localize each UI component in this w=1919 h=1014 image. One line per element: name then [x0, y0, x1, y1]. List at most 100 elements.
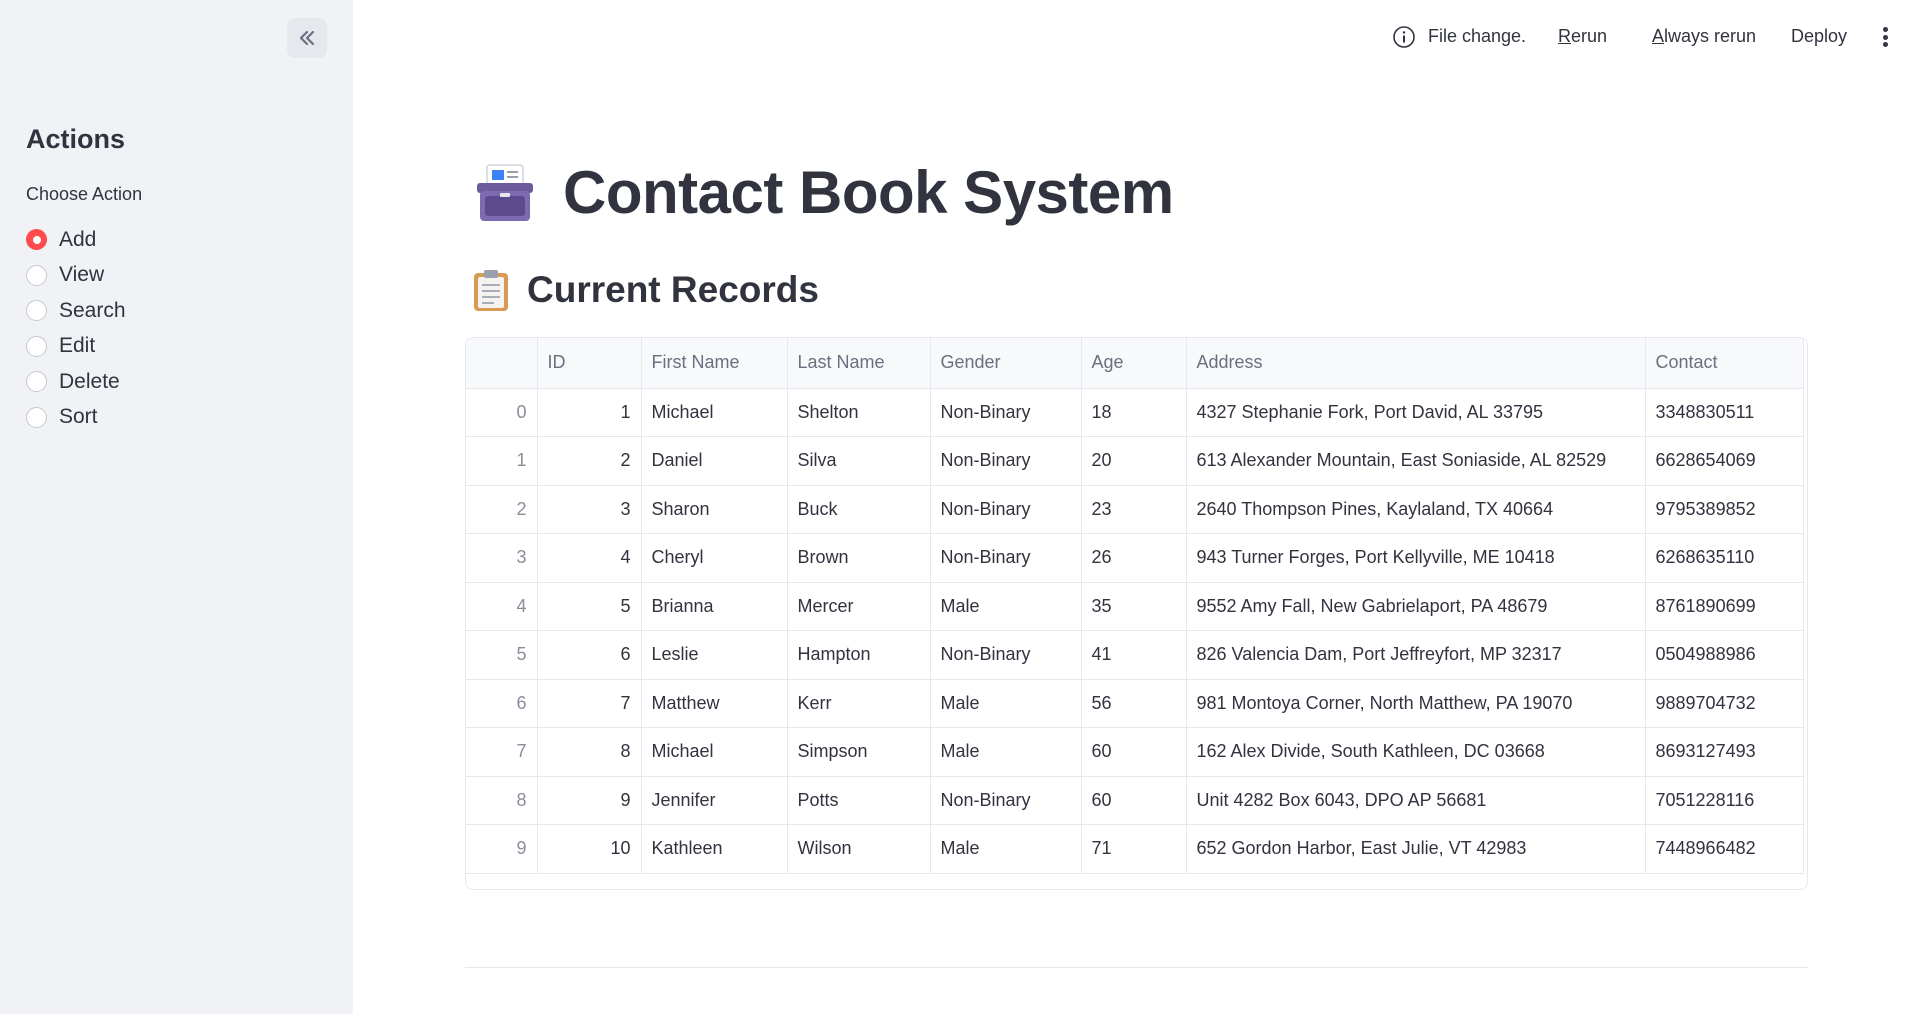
- cell-id[interactable]: 8: [537, 727, 642, 777]
- cell-contact[interactable]: 6628654069: [1645, 436, 1804, 486]
- cell-address[interactable]: 162 Alex Divide, South Kathleen, DC 0366…: [1186, 727, 1646, 777]
- always-rerun-button[interactable]: Always rerun: [1652, 26, 1756, 47]
- cell-gender[interactable]: Male: [930, 824, 1082, 874]
- cell-last-name[interactable]: Hampton: [787, 630, 931, 680]
- cell-address[interactable]: 981 Montoya Corner, North Matthew, PA 19…: [1186, 679, 1646, 728]
- kebab-menu-icon[interactable]: [1876, 24, 1894, 50]
- cell-contact[interactable]: 7051228116: [1645, 776, 1804, 825]
- cell-index[interactable]: 4: [466, 582, 538, 631]
- table-row[interactable]: 9 10 Kathleen Wilson Male 71 652 Gordon Harbor…: [466, 824, 1804, 874]
- radio-button[interactable]: [26, 300, 47, 322]
- cell-address[interactable]: 826 Valencia Dam, Port Jeffreyfort, MP 3…: [1186, 630, 1646, 680]
- cell-id[interactable]: 4: [537, 533, 642, 583]
- column-header-last-name[interactable]: Last Name: [787, 338, 931, 389]
- cell-address[interactable]: 9552 Amy Fall, New Gabrielaport, PA 4867…: [1186, 582, 1646, 631]
- table-row[interactable]: 4 5 Brianna Mercer Male 35 9552 Amy Fall, New …: [466, 582, 1804, 631]
- radio-option-search[interactable]: Search: [26, 293, 126, 329]
- cell-age[interactable]: 26: [1081, 533, 1187, 583]
- cell-first-name[interactable]: Leslie: [641, 630, 788, 680]
- cell-age[interactable]: 41: [1081, 630, 1187, 680]
- cell-first-name[interactable]: Matthew: [641, 679, 788, 728]
- collapse-sidebar-button[interactable]: [287, 18, 327, 58]
- cell-gender[interactable]: Male: [930, 679, 1082, 728]
- cell-contact[interactable]: 8693127493: [1645, 727, 1804, 777]
- cell-index[interactable]: 3: [466, 533, 538, 583]
- table-row[interactable]: 2 3 Sharon Buck Non-Binary 23 2640 Thompson Pi…: [466, 485, 1804, 534]
- cell-age[interactable]: 20: [1081, 436, 1187, 486]
- cell-id[interactable]: 1: [537, 388, 642, 437]
- cell-contact[interactable]: 9889704732: [1645, 679, 1804, 728]
- cell-contact[interactable]: 9795389852: [1645, 485, 1804, 534]
- radio-button[interactable]: [26, 406, 47, 428]
- cell-age[interactable]: 18: [1081, 388, 1187, 437]
- cell-first-name[interactable]: Jennifer: [641, 776, 788, 825]
- cell-last-name[interactable]: Buck: [787, 485, 931, 534]
- cell-gender[interactable]: Non-Binary: [930, 388, 1082, 437]
- column-header-age[interactable]: Age: [1081, 338, 1187, 389]
- cell-address[interactable]: 2640 Thompson Pines, Kaylaland, TX 40664: [1186, 485, 1646, 534]
- cell-id[interactable]: 10: [537, 824, 642, 874]
- cell-contact[interactable]: 7448966482: [1645, 824, 1804, 874]
- radio-button[interactable]: [26, 335, 47, 357]
- table-row[interactable]: 1 2 Daniel Silva Non-Binary 20 613 Alexander M…: [466, 436, 1804, 486]
- cell-index[interactable]: 6: [466, 679, 538, 728]
- table-row[interactable]: 5 6 Leslie Hampton Non-Binary 41 826 Valencia …: [466, 630, 1804, 680]
- cell-id[interactable]: 7: [537, 679, 642, 728]
- rerun-button[interactable]: Rerun: [1558, 26, 1607, 47]
- cell-age[interactable]: 23: [1081, 485, 1187, 534]
- cell-id[interactable]: 6: [537, 630, 642, 680]
- cell-gender[interactable]: Male: [930, 727, 1082, 777]
- cell-index[interactable]: 9: [466, 824, 538, 874]
- radio-option-edit[interactable]: Edit: [26, 329, 126, 365]
- cell-gender[interactable]: Non-Binary: [930, 533, 1082, 583]
- column-header-id[interactable]: ID: [537, 338, 642, 389]
- cell-first-name[interactable]: Cheryl: [641, 533, 788, 583]
- cell-age[interactable]: 35: [1081, 582, 1187, 631]
- cell-gender[interactable]: Male: [930, 582, 1082, 631]
- cell-id[interactable]: 9: [537, 776, 642, 825]
- radio-option-delete[interactable]: Delete: [26, 364, 126, 400]
- cell-id[interactable]: 3: [537, 485, 642, 534]
- cell-address[interactable]: 943 Turner Forges, Port Kellyville, ME 1…: [1186, 533, 1646, 583]
- cell-first-name[interactable]: Sharon: [641, 485, 788, 534]
- column-header-index[interactable]: [466, 338, 538, 389]
- cell-index[interactable]: 8: [466, 776, 538, 825]
- cell-id[interactable]: 5: [537, 582, 642, 631]
- radio-button-selected[interactable]: [26, 229, 47, 251]
- column-header-gender[interactable]: Gender: [930, 338, 1082, 389]
- radio-button[interactable]: [26, 371, 47, 393]
- records-table[interactable]: ID First Name Last Name Gender Age Addre…: [465, 337, 1808, 890]
- column-header-contact[interactable]: Contact: [1645, 338, 1804, 389]
- radio-option-view[interactable]: View: [26, 258, 126, 294]
- radio-option-sort[interactable]: Sort: [26, 400, 126, 436]
- deploy-button[interactable]: Deploy: [1791, 26, 1847, 47]
- cell-first-name[interactable]: Daniel: [641, 436, 788, 486]
- cell-age[interactable]: 60: [1081, 776, 1187, 825]
- cell-address[interactable]: 613 Alexander Mountain, East Soniaside, …: [1186, 436, 1646, 486]
- cell-last-name[interactable]: Wilson: [787, 824, 931, 874]
- cell-address[interactable]: 4327 Stephanie Fork, Port David, AL 3379…: [1186, 388, 1646, 437]
- cell-address[interactable]: 652 Gordon Harbor, East Julie, VT 42983: [1186, 824, 1646, 874]
- cell-first-name[interactable]: Brianna: [641, 582, 788, 631]
- cell-gender[interactable]: Non-Binary: [930, 776, 1082, 825]
- table-row[interactable]: 3 4 Cheryl Brown Non-Binary 26 943 Turner Forg…: [466, 533, 1804, 583]
- cell-first-name[interactable]: Kathleen: [641, 824, 788, 874]
- cell-age[interactable]: 71: [1081, 824, 1187, 874]
- cell-index[interactable]: 2: [466, 485, 538, 534]
- cell-age[interactable]: 60: [1081, 727, 1187, 777]
- table-row[interactable]: 0 1 Michael Shelton Non-Binary 18 4327 Stephan…: [466, 388, 1804, 437]
- cell-age[interactable]: 56: [1081, 679, 1187, 728]
- cell-gender[interactable]: Non-Binary: [930, 630, 1082, 680]
- cell-last-name[interactable]: Silva: [787, 436, 931, 486]
- cell-first-name[interactable]: Michael: [641, 727, 788, 777]
- cell-index[interactable]: 7: [466, 727, 538, 777]
- cell-last-name[interactable]: Simpson: [787, 727, 931, 777]
- table-row[interactable]: 7 8 Michael Simpson Male 60 162 Alex Divide, S…: [466, 727, 1804, 777]
- cell-contact[interactable]: 3348830511: [1645, 388, 1804, 437]
- cell-last-name[interactable]: Kerr: [787, 679, 931, 728]
- cell-contact[interactable]: 0504988986: [1645, 630, 1804, 680]
- cell-last-name[interactable]: Brown: [787, 533, 931, 583]
- cell-id[interactable]: 2: [537, 436, 642, 486]
- cell-gender[interactable]: Non-Binary: [930, 485, 1082, 534]
- radio-option-add[interactable]: Add: [26, 222, 126, 258]
